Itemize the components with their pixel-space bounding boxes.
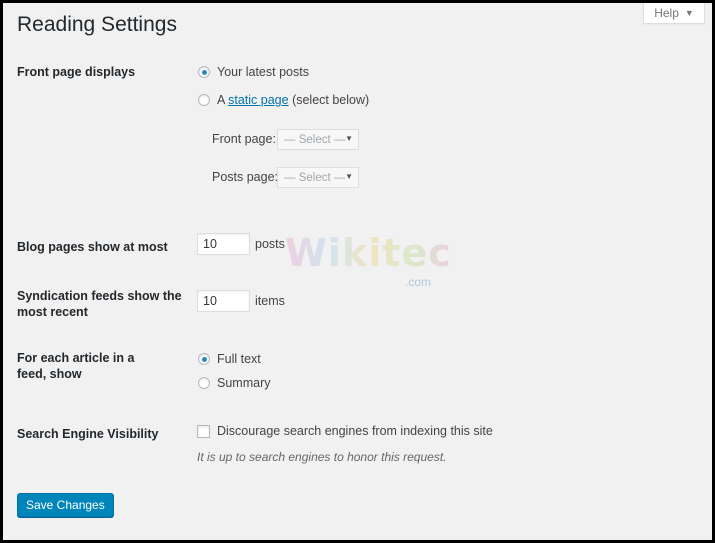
watermark-logo: Wikitechy .com	[285, 231, 506, 293]
syndication-label: Syndication feeds show the most recent	[17, 289, 182, 319]
discourage-search-label: Discourage search engines from indexing …	[217, 424, 493, 438]
latest-posts-radio-option[interactable]: Your latest posts	[198, 65, 309, 79]
blog-pages-input[interactable]: 10	[197, 233, 250, 255]
radio-checked-icon[interactable]	[198, 353, 210, 365]
chevron-down-icon: ▼	[345, 134, 353, 143]
front-page-select[interactable]: — Select — ▼	[277, 129, 359, 150]
caret-down-icon: ▼	[684, 8, 694, 18]
syndication-unit: items	[255, 294, 285, 308]
posts-page-select-label: Posts page:	[212, 170, 279, 184]
posts-page-select[interactable]: — Select — ▼	[277, 167, 359, 188]
syndication-input[interactable]: 10	[197, 290, 250, 312]
help-label: Help	[654, 6, 679, 20]
summary-label: Summary	[217, 376, 271, 390]
radio-unchecked-icon[interactable]	[198, 94, 210, 106]
settings-page: Help ▼ Reading Settings Front page displ…	[3, 3, 712, 540]
static-page-link[interactable]: static page	[228, 93, 288, 107]
search-visibility-description: It is up to search engines to honor this…	[197, 450, 447, 464]
latest-posts-label: Your latest posts	[217, 65, 309, 79]
static-page-suffix: (select below)	[288, 93, 370, 107]
chevron-down-icon: ▼	[345, 172, 353, 181]
posts-page-select-value: — Select —	[284, 171, 346, 184]
full-text-label: Full text	[217, 352, 261, 366]
watermark-sub: .com	[404, 275, 431, 289]
watermark-main: Wikitechy	[285, 231, 506, 275]
search-visibility-label: Search Engine Visibility	[17, 427, 159, 441]
static-page-option-text: A static page (select below)	[217, 93, 369, 107]
static-page-prefix: A	[217, 93, 229, 107]
front-page-select-label: Front page:	[212, 132, 276, 146]
front-page-displays-label: Front page displays	[17, 65, 136, 79]
discourage-search-checkbox-option[interactable]: Discourage search engines from indexing …	[197, 424, 493, 438]
save-changes-button[interactable]: Save Changes	[17, 493, 114, 517]
full-text-radio-option[interactable]: Full text	[198, 352, 261, 366]
blog-pages-label: Blog pages show at most	[17, 240, 168, 254]
blog-pages-unit: posts	[255, 237, 285, 251]
front-page-select-value: — Select —	[284, 133, 346, 146]
help-tab-button[interactable]: Help ▼	[643, 3, 705, 24]
page-title: Reading Settings	[17, 13, 177, 36]
feed-article-label: For each article in a feed, show	[17, 351, 135, 381]
radio-checked-icon[interactable]	[198, 66, 210, 78]
static-page-radio-option[interactable]: A static page (select below)	[198, 93, 369, 107]
radio-unchecked-icon[interactable]	[198, 377, 210, 389]
checkbox[interactable]	[197, 424, 210, 438]
summary-radio-option[interactable]: Summary	[198, 376, 270, 390]
